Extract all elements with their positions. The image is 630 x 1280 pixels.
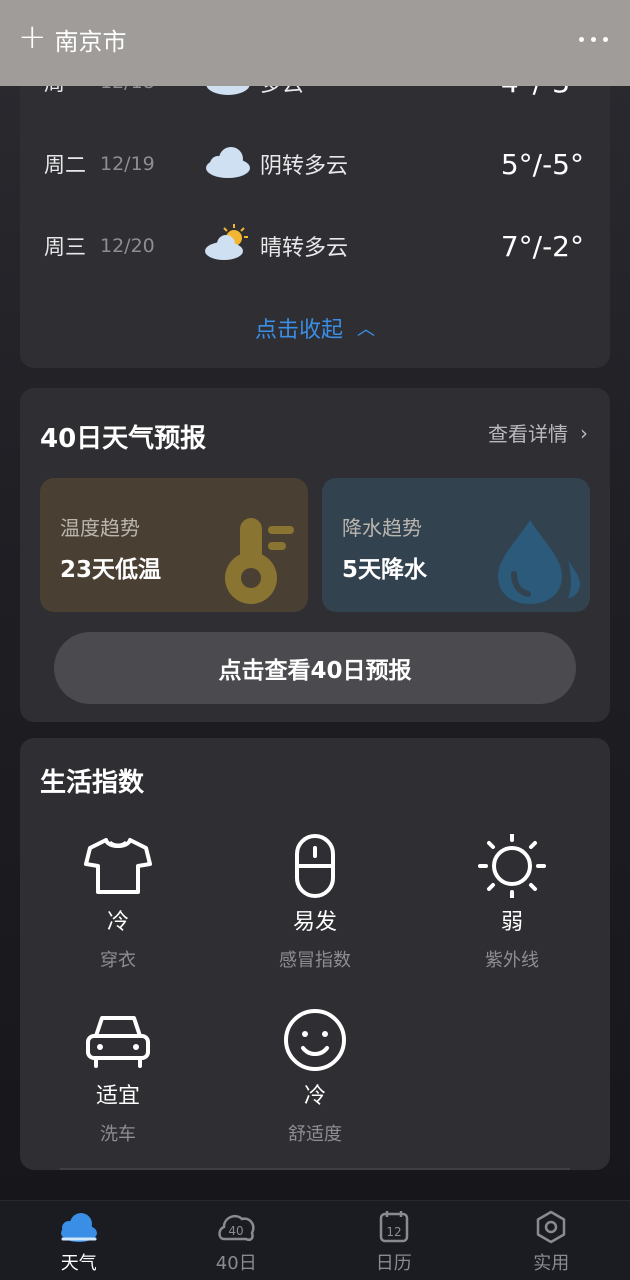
add-city-icon[interactable]: +	[18, 20, 47, 54]
capsule-icon	[295, 834, 335, 898]
view-forty-day-button[interactable]: 点击查看40日预报	[54, 632, 576, 704]
life-item-value: 适宜	[95, 1084, 140, 1109]
nav-item-forty-day[interactable]: 40 40日	[158, 1201, 316, 1280]
life-item-value: 冷	[303, 1084, 326, 1109]
forecast-card: 周一 12/18 多云 4°/-3° 周二 12/19 阴转多云 5°/-5° …	[20, 40, 610, 368]
temperature-trend-value: 23天低温	[60, 557, 162, 583]
city-name[interactable]: 南京市	[55, 22, 127, 57]
life-item-clothing[interactable]: 冷 穿衣	[20, 834, 216, 972]
precipitation-trend-label: 降水趋势	[342, 516, 422, 540]
life-item-carwash[interactable]: 适宜 洗车	[20, 1008, 216, 1146]
forty-day-icon: 40	[218, 1215, 255, 1241]
cloud-icon	[206, 147, 250, 178]
divider	[60, 1168, 570, 1170]
life-item-value: 易发	[292, 910, 337, 935]
life-index-card: 生活指数 冷 穿衣 易发 感冒指数 弱 紫外线 适宜 洗车 冷 舒适度	[20, 738, 610, 1170]
forecast-row[interactable]: 周三 12/20 晴转多云 7°/-2°	[20, 224, 610, 266]
sun-icon	[478, 834, 546, 898]
view-details-label: 查看详情	[488, 422, 568, 446]
forty-day-card: 40日天气预报 查看详情 › 温度趋势 23天低温 降水趋势 5天降水 点击查看…	[20, 388, 610, 722]
view-details-link[interactable]: 查看详情 ›	[488, 418, 588, 447]
smile-icon	[284, 1009, 346, 1071]
top-header: + 南京市	[0, 0, 630, 86]
bottom-nav: 天气 40 40日 12 日历 实用	[0, 1200, 630, 1280]
tools-icon	[537, 1210, 566, 1244]
forecast-row[interactable]: 周二 12/19 阴转多云 5°/-5°	[20, 144, 610, 184]
nav-label: 天气	[60, 1253, 97, 1274]
forty-day-title: 40日天气预报	[40, 424, 207, 454]
shirt-icon	[84, 838, 152, 894]
precipitation-trend-card[interactable]: 降水趋势 5天降水	[322, 478, 590, 612]
forecast-temp: 7°/-2°	[500, 229, 584, 263]
nav-item-tools[interactable]: 实用	[473, 1201, 630, 1280]
life-item-value: 冷	[106, 910, 129, 935]
svg-text:12: 12	[386, 1225, 401, 1239]
precipitation-trend-value: 5天降水	[342, 557, 428, 583]
life-item-name: 舒适度	[288, 1124, 342, 1145]
forecast-date: 12/19	[100, 153, 155, 175]
forecast-desc: 阴转多云	[260, 154, 349, 179]
life-item-comfort[interactable]: 冷 舒适度	[217, 1008, 413, 1146]
nav-item-weather[interactable]: 天气	[0, 1201, 158, 1280]
partly-cloudy-icon	[205, 224, 248, 260]
collapse-label: 点击收起	[254, 318, 343, 343]
car-icon	[86, 1016, 150, 1068]
chevron-right-icon: ›	[580, 420, 588, 445]
life-item-uv[interactable]: 弱 紫外线	[414, 834, 610, 972]
nav-label: 实用	[533, 1253, 570, 1274]
life-index-title: 生活指数	[40, 768, 145, 798]
svg-text:40: 40	[229, 1224, 244, 1238]
forecast-date: 12/20	[100, 235, 155, 257]
more-icon[interactable]	[579, 36, 608, 42]
cloud-icon	[60, 1213, 97, 1242]
life-item-cold[interactable]: 易发 感冒指数	[217, 834, 413, 972]
temperature-trend-card[interactable]: 温度趋势 23天低温	[40, 478, 308, 612]
forecast-day: 周三	[44, 235, 86, 259]
nav-label: 40日	[215, 1253, 257, 1274]
life-item-name: 穿衣	[100, 950, 136, 971]
life-item-value: 弱	[500, 910, 523, 935]
forecast-day: 周二	[44, 153, 86, 177]
nav-label: 日历	[375, 1253, 412, 1274]
raindrop-icon	[498, 520, 580, 604]
forecast-temp: 5°/-5°	[500, 147, 584, 181]
life-item-name: 感冒指数	[279, 950, 351, 971]
forecast-desc: 晴转多云	[260, 236, 349, 261]
collapse-button[interactable]: 点击收起 ︿	[20, 312, 610, 344]
temperature-trend-label: 温度趋势	[60, 516, 140, 540]
life-item-name: 紫外线	[485, 950, 539, 971]
nav-item-calendar[interactable]: 12 日历	[315, 1201, 473, 1280]
thermometer-icon	[225, 518, 294, 604]
chevron-up-icon: ︿	[357, 319, 375, 340]
calendar-icon: 12	[379, 1211, 408, 1243]
life-item-name: 洗车	[100, 1124, 136, 1145]
